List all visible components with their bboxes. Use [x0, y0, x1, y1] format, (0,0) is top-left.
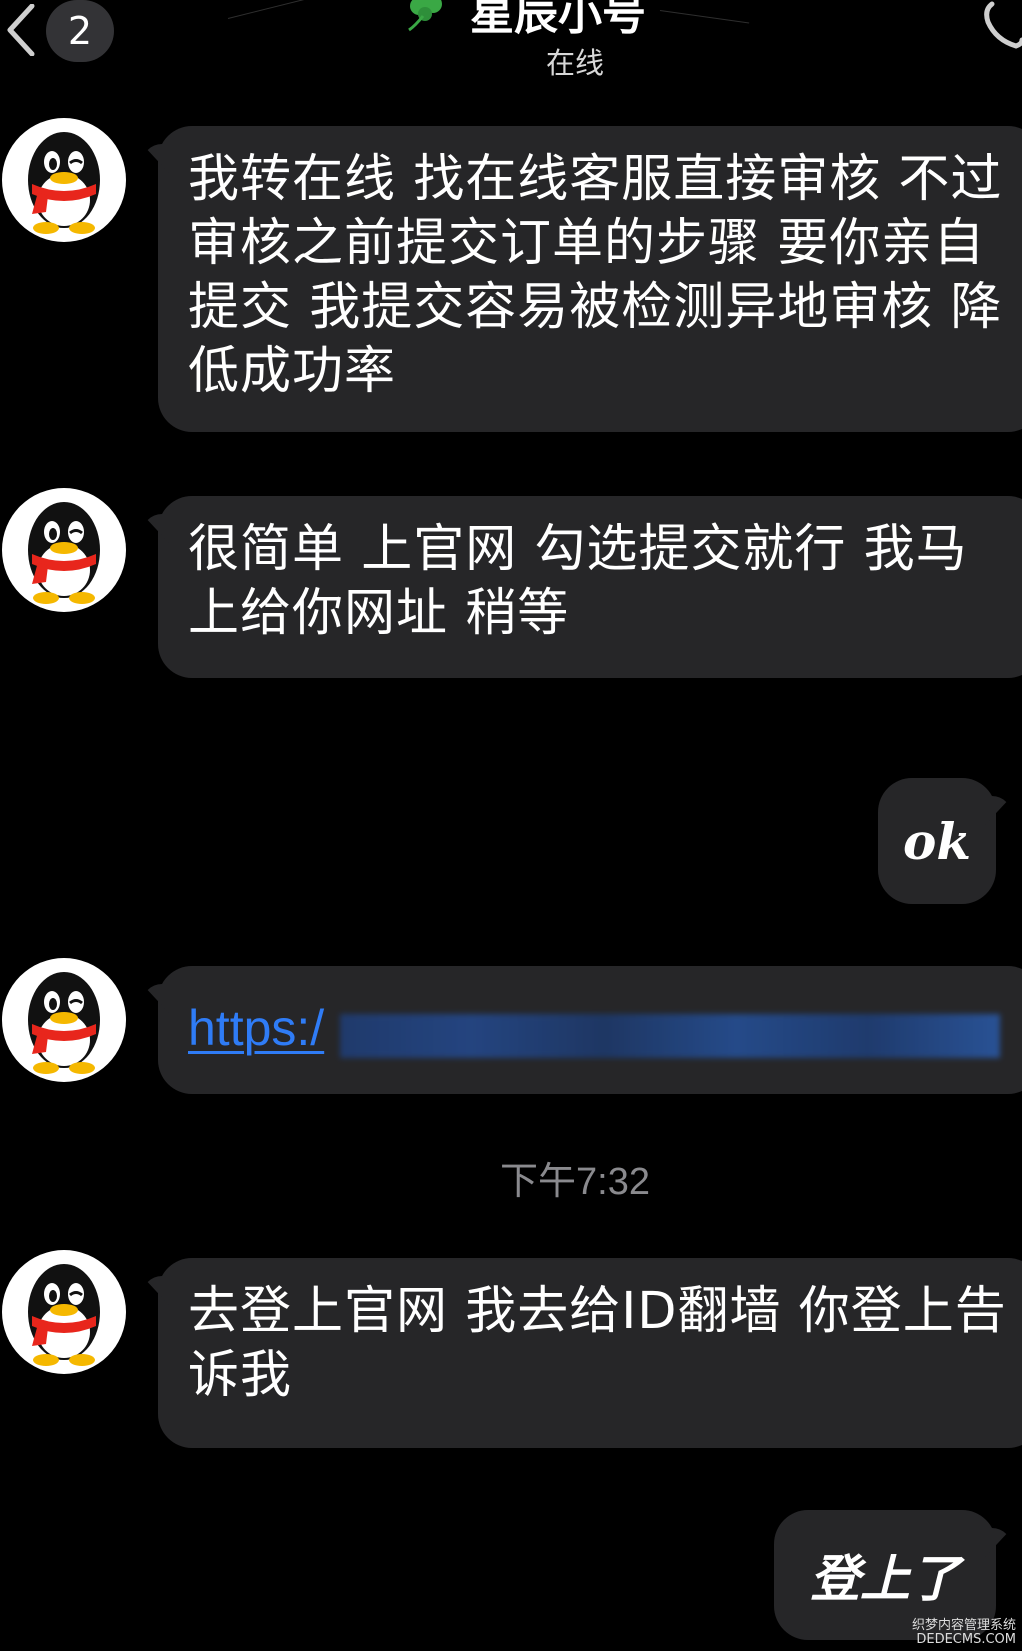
background-streak	[227, 0, 345, 19]
contact-avatar[interactable]	[2, 1250, 126, 1374]
contact-avatar[interactable]	[2, 118, 126, 242]
contact-avatar[interactable]	[2, 958, 126, 1082]
penguin-icon	[28, 132, 100, 234]
message-text: 很简单 上官网 勾选提交就行 我马上给你网址 稍等	[188, 520, 968, 643]
chat-title[interactable]: 星辰小号	[470, 0, 646, 42]
message-timestamp: 下午7:32	[500, 1161, 650, 1203]
message-bubble[interactable]: 去登上官网 我去给ID翻墙 你登上告诉我	[158, 1258, 1022, 1448]
message-bubble[interactable]: 我转在线 找在线客服直接审核 不过审核之前提交订单的步骤 要你亲自提交 我提交容…	[158, 126, 1022, 432]
message-text: 登上了	[810, 1549, 960, 1608]
watermark-line: DEDECMS.COM	[916, 1632, 1016, 1647]
outgoing-message-bubble[interactable]: ok	[878, 778, 996, 904]
url-link[interactable]: https:/	[188, 1000, 324, 1056]
phone-icon[interactable]	[982, 0, 1022, 50]
message-text: 我转在线 找在线客服直接审核 不过审核之前提交订单的步骤 要你亲自提交 我提交容…	[188, 150, 1003, 401]
clover-icon	[405, 0, 453, 32]
watermark: 织梦内容管理系统 DEDECMS.COM	[912, 1619, 1016, 1647]
chat-screen: 2 星辰小号 在线 我转在线 找在线客服直接审核 不过审核之前提交订单的步骤 要…	[0, 0, 1022, 1651]
watermark-line: 织梦内容管理系统	[911, 1618, 1016, 1633]
online-status: 在线	[545, 46, 604, 80]
redacted-url-blur	[340, 1014, 1000, 1058]
penguin-icon	[28, 1264, 100, 1366]
message-text: ok	[903, 811, 971, 871]
message-bubble[interactable]: 很简单 上官网 勾选提交就行 我马上给你网址 稍等	[158, 496, 1022, 678]
background-streak	[659, 10, 750, 24]
penguin-icon	[28, 502, 100, 604]
penguin-icon	[28, 972, 100, 1074]
contact-avatar[interactable]	[2, 488, 126, 612]
message-text: 去登上官网 我去给ID翻墙 你登上告诉我	[188, 1282, 1007, 1405]
